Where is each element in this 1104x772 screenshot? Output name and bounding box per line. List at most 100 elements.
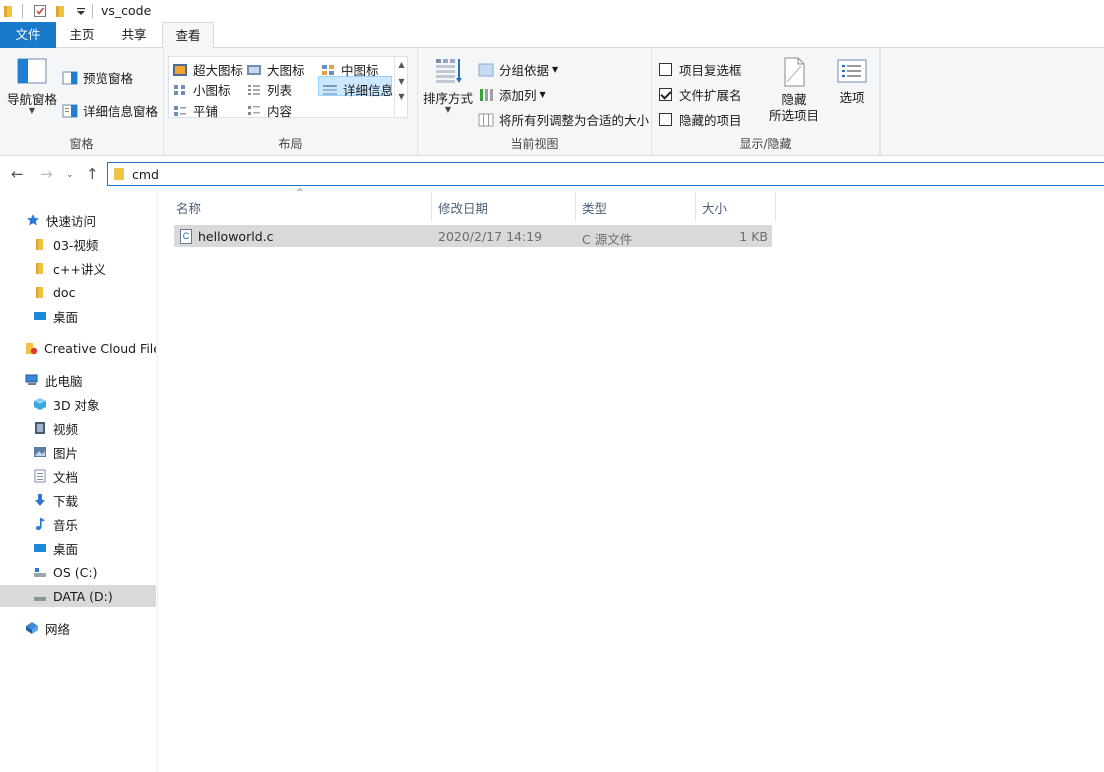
nav-label: 视频 [53, 421, 79, 437]
nav-music[interactable]: 音乐 [0, 513, 156, 535]
details-pane-label: 详细信息窗格 [83, 104, 159, 119]
folder-icon [114, 168, 124, 180]
layout-tiles[interactable]: 平铺 [172, 101, 218, 120]
details-pane-button[interactable]: 详细信息窗格 [62, 101, 158, 120]
folder-icon [36, 287, 43, 298]
file-type: C 源文件 [582, 232, 633, 247]
file-size: 1 KB [739, 229, 768, 244]
item-checkboxes-checkbox[interactable] [659, 63, 672, 76]
column-divider[interactable] [775, 192, 776, 222]
tiles-label: 平铺 [193, 104, 219, 119]
column-header-type[interactable]: 类型 [582, 194, 694, 220]
hidden-items-checkbox[interactable] [659, 113, 672, 126]
chevron-down-icon: ▼ [552, 65, 559, 74]
preview-pane-icon [62, 71, 78, 84]
medium-icons-label: 中图标 [341, 63, 379, 78]
nav-downloads[interactable]: 下载 [0, 489, 156, 511]
column-header-size[interactable]: 大小 [702, 194, 774, 220]
layout-list[interactable]: 列表 [246, 80, 292, 99]
nav-label: 桌面 [53, 309, 79, 325]
tab-home[interactable]: 主页 [58, 22, 106, 48]
tab-share[interactable]: 共享 [110, 22, 158, 48]
file-extensions-checkbox[interactable] [659, 88, 672, 101]
layout-extra-large-icons[interactable]: 超大图标 [172, 60, 243, 79]
file-extensions-toggle[interactable]: 文件扩展名 [659, 85, 742, 104]
nav-this-pc[interactable]: 此电脑 [0, 369, 156, 391]
nav-label: Creative Cloud Files [44, 340, 156, 356]
recent-locations-chevron-icon[interactable]: ⌄ [66, 170, 74, 180]
nav-pictures[interactable]: 图片 [0, 441, 156, 463]
folder-icon [4, 6, 12, 17]
nav-desktop[interactable]: 桌面 [0, 537, 156, 559]
navigation-pane-icon [17, 58, 47, 84]
layout-small-icons[interactable]: 小图标 [172, 80, 231, 99]
column-divider[interactable] [695, 192, 696, 222]
tab-file[interactable]: 文件 [0, 22, 56, 48]
column-header-modified[interactable]: 修改日期 [438, 194, 574, 220]
back-arrow-icon[interactable]: ← [11, 165, 24, 183]
address-path[interactable]: cmd [132, 167, 159, 182]
item-checkboxes-toggle[interactable]: 项目复选框 [659, 60, 742, 79]
nav-videos[interactable]: 视频 [0, 417, 156, 439]
medium-icons-icon [322, 64, 334, 75]
nav-desktop-quick[interactable]: 桌面 [0, 305, 156, 327]
nav-label: 音乐 [53, 517, 79, 533]
nav-03-video[interactable]: 03-视频 [0, 233, 156, 255]
options-label: 选项 [839, 90, 865, 105]
large-icons-label: 大图标 [267, 63, 305, 78]
layout-gallery-scroll[interactable]: ▲ ▼ ▼ [394, 56, 408, 118]
details-pane-icon [62, 104, 78, 117]
nav-cpp-notes[interactable]: c++讲义 [0, 257, 156, 279]
tiles-icon [174, 105, 186, 116]
properties-check-icon[interactable] [33, 4, 47, 18]
nav-label: 03-视频 [53, 237, 99, 253]
nav-label: 桌面 [53, 541, 79, 557]
column-header-name[interactable]: 名称 [176, 194, 430, 220]
pinned-folder-icon [36, 263, 43, 274]
nav-quick-access[interactable]: 快速访问 [0, 209, 156, 231]
hidden-items-toggle[interactable]: 隐藏的项目 [659, 110, 742, 129]
more-icon[interactable]: ▼ [395, 92, 408, 101]
nav-drive-c[interactable]: OS (C:) [0, 561, 156, 583]
nav-doc[interactable]: doc [0, 281, 156, 303]
column-divider[interactable] [431, 192, 432, 222]
nav-documents[interactable]: 文档 [0, 465, 156, 487]
details-label: 详细信息 [343, 83, 394, 98]
hidden-items-label: 隐藏的项目 [679, 113, 742, 128]
nav-label: 3D 对象 [53, 397, 100, 413]
add-columns-icon [480, 88, 493, 101]
video-icon [35, 422, 45, 434]
content-view-icon [248, 105, 260, 115]
scroll-up-icon[interactable]: ▲ [395, 60, 408, 69]
customize-toolbar-icon[interactable] [74, 4, 88, 18]
scroll-down-icon[interactable]: ▼ [395, 77, 408, 86]
options-button[interactable]: 选项 [830, 58, 874, 106]
layout-medium-icons[interactable]: 中图标 [320, 60, 379, 79]
tab-view[interactable]: 查看 [162, 22, 214, 49]
new-folder-icon[interactable] [54, 4, 68, 18]
layout-content[interactable]: 内容 [246, 101, 292, 120]
large-icons-icon [247, 64, 261, 75]
nav-creative-cloud[interactable]: Creative Cloud Files [0, 337, 156, 359]
file-name[interactable]: helloworld.c [198, 229, 273, 244]
column-divider[interactable] [575, 192, 576, 222]
address-bar[interactable]: cmd [107, 162, 1104, 186]
nav-network[interactable]: 网络 [0, 617, 156, 639]
navigation-pane-button[interactable]: 导航窗格 ▼ [4, 58, 60, 115]
size-all-columns-button[interactable]: 将所有列调整为合适的大小 [478, 110, 649, 129]
layout-details[interactable]: 详细信息 [322, 80, 393, 99]
forward-arrow-icon[interactable]: → [40, 165, 53, 183]
current-view-group-label: 当前视图 [510, 137, 559, 151]
add-columns-button[interactable]: 添加列 ▼ [478, 85, 546, 104]
sort-by-button[interactable]: 排序方式 ▼ [422, 56, 474, 114]
group-by-button[interactable]: 分组依据 ▼ [478, 60, 558, 79]
list-view-icon [248, 84, 260, 95]
hide-selected-button[interactable]: 隐藏 所选项目 [764, 56, 824, 124]
preview-pane-button[interactable]: 预览窗格 [62, 68, 133, 87]
extra-large-icons-label: 超大图标 [193, 63, 244, 78]
nav-drive-d[interactable]: DATA (D:) [0, 585, 156, 607]
up-arrow-icon[interactable]: ↑ [86, 165, 99, 183]
layout-large-icons[interactable]: 大图标 [246, 60, 305, 79]
toolbar-separator [22, 4, 23, 18]
nav-3d-objects[interactable]: 3D 对象 [0, 393, 156, 415]
